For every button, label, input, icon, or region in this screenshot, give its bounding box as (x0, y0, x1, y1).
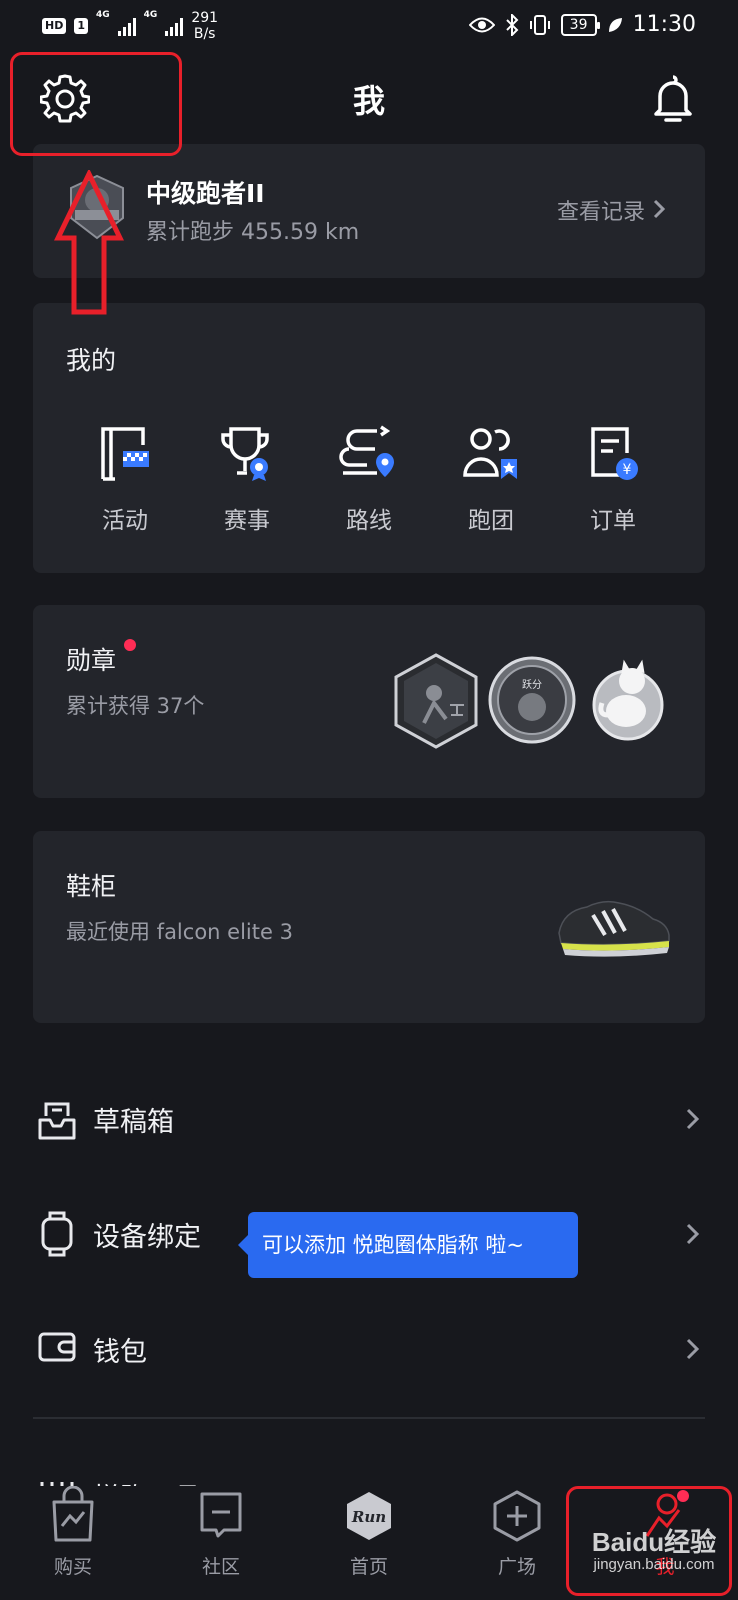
chevron-right-icon (686, 1338, 700, 1360)
medals-count: 累计获得 37个 (66, 694, 205, 718)
plus-circle-icon (493, 1490, 541, 1542)
svg-text:¥: ¥ (623, 462, 632, 478)
notification-button[interactable] (650, 74, 696, 124)
view-records-link[interactable]: 查看记录 (557, 194, 645, 226)
group-icon (463, 428, 517, 479)
bell-icon (654, 75, 692, 122)
medal-cat-icon (592, 659, 664, 741)
hd-badge: HD (42, 18, 67, 34)
feature-route[interactable]: 路线 (314, 423, 424, 535)
watermark-suffix: 经验 (664, 1527, 717, 1557)
status-right: 39 11:30 (468, 12, 696, 37)
speed-unit: B/s (193, 26, 216, 42)
drafts-icon (38, 1102, 76, 1140)
sim-badge: 1 (74, 18, 88, 34)
my-features-card: 我的 活动 赛事 路线 跑团 ¥ 订单 (33, 303, 705, 573)
feature-running-group[interactable]: 跑团 (436, 423, 546, 535)
signal-icon-2 (165, 16, 184, 36)
my-section-title: 我的 (66, 346, 117, 375)
feature-activity[interactable]: 活动 (70, 423, 180, 535)
nav-home[interactable]: Run 首页 (314, 1486, 424, 1579)
menu-wallet-label: 钱包 (93, 1337, 147, 1368)
body-fat-scale-tooltip[interactable]: 可以添加 悦跑圈体脂称 啦~ (238, 1212, 578, 1278)
network-type-2: 4G (143, 10, 158, 20)
menu-drafts-label: 草稿箱 (93, 1107, 174, 1138)
chevron-right-icon (686, 1223, 700, 1245)
community-icon (200, 1492, 242, 1538)
nav-community-label: 社区 (201, 1556, 240, 1578)
clock: 11:30 (632, 12, 696, 37)
menu-device-binding-label: 设备绑定 (93, 1222, 201, 1253)
menu-wallet[interactable]: 钱包 (0, 1320, 738, 1400)
baidu-watermark: Baidu经验 jingyan.baidu.com (572, 1528, 736, 1574)
feature-route-label: 路线 (346, 508, 392, 534)
medal-score-icon: 跃分 (488, 656, 576, 744)
new-medal-dot (124, 639, 136, 651)
nav-square-label: 广场 (497, 1556, 536, 1578)
medal-score-text: 跃分 (522, 679, 542, 691)
feature-activity-label: 活动 (102, 508, 148, 534)
watermark-url: jingyan.baidu.com (593, 1556, 715, 1573)
watch-icon (41, 1211, 73, 1257)
trophy-icon (221, 427, 269, 481)
nav-home-label: 首页 (349, 1556, 388, 1578)
run-logo-icon: Run (347, 1492, 391, 1540)
chevron-right-icon (653, 199, 665, 219)
medal-zodiac-icon (394, 653, 478, 749)
nav-shop-label: 购买 (53, 1556, 92, 1578)
status-bar: HD 1 4G 4G 291 B/s 39 11:30 (0, 0, 738, 52)
network-speed: 291 B/s (191, 10, 218, 42)
view-records-label: 查看记录 (556, 200, 645, 225)
flag-icon (101, 427, 149, 481)
runner-level: 中级跑者II (146, 179, 265, 208)
bluetooth-icon (505, 13, 519, 36)
order-icon: ¥ (591, 427, 638, 480)
feature-orders[interactable]: ¥ 订单 (558, 423, 668, 535)
feature-running-group-label: 跑团 (468, 508, 514, 534)
feature-race[interactable]: 赛事 (192, 423, 302, 535)
menu-divider (33, 1417, 705, 1419)
tooltip-text: 可以添加 悦跑圈体脂称 啦~ (262, 1233, 524, 1257)
annotation-arrow-up-icon (54, 170, 124, 315)
run-logo-text: Run (351, 1508, 386, 1526)
nav-community[interactable]: 社区 (166, 1486, 276, 1579)
medals-title: 勋章 (66, 646, 117, 675)
shoe-cabinet-title: 鞋柜 (66, 872, 117, 901)
total-distance: 累计跑步 455.59 km (146, 220, 360, 245)
watermark-brand: Baidu (591, 1527, 665, 1557)
menu-drafts[interactable]: 草稿箱 (0, 1090, 738, 1170)
feature-race-label: 赛事 (224, 508, 270, 534)
battery-indicator: 39 (560, 13, 600, 36)
signal-icon (117, 16, 136, 36)
status-left: HD 1 4G 4G 291 B/s (42, 10, 218, 42)
shoe-cabinet-card[interactable]: 鞋柜 最近使用 falcon elite 3 (33, 831, 705, 1023)
route-icon (339, 425, 394, 477)
speed-value: 291 (191, 10, 219, 26)
network-type-1: 4G (96, 10, 110, 20)
medals-card[interactable]: 勋章 累计获得 37个 跃分 (33, 605, 705, 798)
nav-shop[interactable]: 购买 (18, 1485, 128, 1579)
eye-icon (468, 17, 495, 32)
recent-shoe: 最近使用 falcon elite 3 (66, 920, 293, 944)
chevron-right-icon (686, 1108, 700, 1130)
wallet-icon (38, 1332, 76, 1362)
leaf-icon (608, 17, 622, 32)
runner-level-card[interactable]: 中级跑者II 累计跑步 455.59 km 查看记录 (33, 144, 705, 278)
shopping-bag-icon (52, 1485, 94, 1542)
nav-square[interactable]: 广场 (462, 1486, 572, 1579)
annotation-box-settings (10, 52, 182, 156)
feature-orders-label: 订单 (590, 508, 636, 534)
running-shoe-icon (558, 900, 670, 957)
vibrate-icon (529, 14, 550, 35)
